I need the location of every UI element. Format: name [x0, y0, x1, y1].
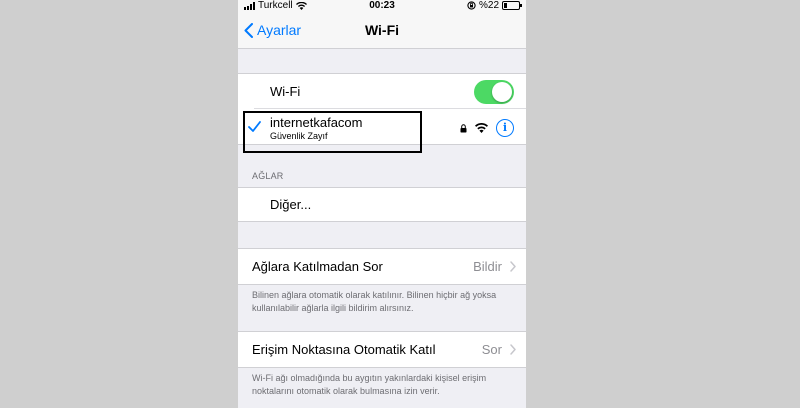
- wifi-toggle-switch[interactable]: [474, 80, 514, 104]
- other-network-row[interactable]: Diğer...: [238, 188, 526, 221]
- ask-to-join-footer: Bilinen ağlara otomatik olarak katılınır…: [252, 290, 497, 313]
- auto-hotspot-row[interactable]: Erişim Noktasına Otomatik Katıl Sor: [238, 332, 526, 367]
- auto-hotspot-value: Sor: [481, 342, 502, 357]
- chevron-right-icon: [510, 261, 516, 272]
- navigation-bar: Ayarlar Wi-Fi: [238, 12, 526, 49]
- wifi-signal-icon: [475, 123, 488, 133]
- wifi-toggle-label: Wi-Fi: [270, 84, 301, 99]
- ask-to-join-label: Ağlara Katılmadan Sor: [252, 259, 383, 274]
- networks-section-header: AĞLAR: [252, 171, 284, 181]
- info-icon[interactable]: i: [496, 119, 514, 137]
- ask-to-join-value: Bildir: [473, 259, 502, 274]
- network-icons: i: [460, 119, 514, 137]
- battery-percent: %22: [478, 0, 499, 11]
- rotation-lock-icon: [467, 1, 476, 10]
- highlight-box: [243, 111, 422, 153]
- status-bar: Turkcell 00:23 %22: [238, 0, 526, 12]
- battery-icon: [502, 1, 522, 10]
- lock-icon: [460, 123, 467, 132]
- status-right: %22: [467, 0, 522, 11]
- page-title: Wi-Fi: [364, 22, 400, 38]
- chevron-right-icon: [510, 344, 516, 355]
- phone-screen: Turkcell 00:23 %22 Ayarlar Wi-Fi Wi-Fi i…: [238, 0, 526, 408]
- auto-hotspot-label: Erişim Noktasına Otomatik Katıl: [252, 342, 436, 357]
- ask-to-join-row[interactable]: Ağlara Katılmadan Sor Bildir: [238, 249, 526, 284]
- other-network-label: Diğer...: [270, 197, 312, 212]
- auto-hotspot-footer: Wi-Fi ağı olmadığında bu aygıtın yakınla…: [252, 373, 487, 396]
